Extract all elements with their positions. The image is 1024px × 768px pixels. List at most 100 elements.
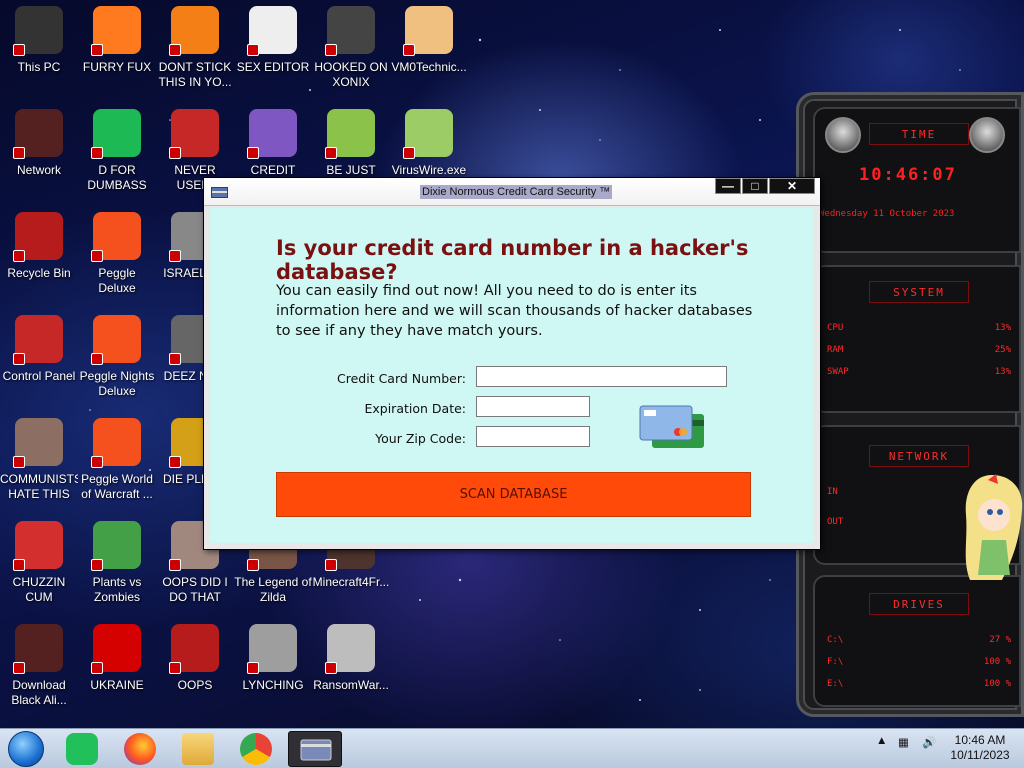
- desktop-icon-label: LYNCHING: [242, 678, 304, 692]
- taskbar-clock[interactable]: 10:46 AM 10/11/2023: [944, 733, 1016, 763]
- virus-badge-icon: [13, 147, 25, 159]
- virus-badge-icon: [13, 250, 25, 262]
- chuzzle-icon: [13, 521, 63, 571]
- show-hidden-icons-icon[interactable]: ▲: [876, 735, 887, 747]
- taskbar: ▲ ▦ 🔊 10:46 AM 10/11/2023: [0, 728, 1024, 768]
- chrome-taskbar-icon[interactable]: [240, 733, 272, 765]
- firefox-taskbar-icon[interactable]: [124, 733, 156, 765]
- desktop-icon-label: VM0Technic...: [391, 60, 467, 74]
- minimize-button[interactable]: —: [715, 178, 741, 194]
- peggle-wow-icon: [91, 418, 141, 468]
- desktop-icon[interactable]: Recycle Bin: [0, 206, 78, 306]
- desktop-icon[interactable]: HOOKED ON XONIX: [312, 0, 390, 100]
- desktop-icon-label: Peggle Deluxe: [98, 266, 136, 295]
- oops-icon: [169, 624, 219, 674]
- control-panel-icon: [13, 315, 63, 365]
- app-icon: [211, 187, 228, 198]
- desktop-icon[interactable]: SEX EDITOR: [234, 0, 312, 100]
- taskbar-time: 10:46 AM: [954, 733, 1006, 747]
- virus-badge-icon: [169, 662, 181, 674]
- time-title: TIME: [869, 123, 969, 145]
- file-explorer-taskbar-icon[interactable]: [182, 733, 214, 765]
- desktop-icon[interactable]: This PC: [0, 0, 78, 100]
- zip-code-input[interactable]: [476, 426, 590, 447]
- maximize-button[interactable]: □: [742, 178, 768, 194]
- desktop-icon[interactable]: DONT STICK THIS IN YO...: [156, 0, 234, 100]
- virus-badge-icon: [325, 147, 337, 159]
- expiration-date-label: Expiration Date:: [364, 401, 466, 416]
- volume-icon[interactable]: 🔊: [922, 735, 936, 749]
- cpu-value: 13%: [994, 323, 1011, 333]
- desktop-icon-label: UKRAINE: [90, 678, 144, 692]
- recycle-bin-icon: [13, 212, 63, 262]
- scan-database-button[interactable]: SCAN DATABASE: [276, 472, 751, 517]
- computer-icon: [13, 6, 63, 56]
- desktop-icon-label: OOPS DID I DO THAT: [162, 575, 228, 604]
- desktop-icon[interactable]: RansomWar...: [312, 618, 390, 718]
- desktop-icon[interactable]: Plants vs Zombies: [78, 515, 156, 615]
- desktop-icon-label: Download Black Ali...: [11, 678, 67, 707]
- desktop-icon[interactable]: LYNCHING: [234, 618, 312, 718]
- virus-badge-icon: [91, 44, 103, 56]
- desktop-icon[interactable]: D FOR DUMBASS: [78, 103, 156, 203]
- close-button[interactable]: ✕: [769, 178, 815, 194]
- expiration-date-input[interactable]: [476, 396, 590, 417]
- start-button[interactable]: [8, 731, 44, 767]
- desktop-icon-label: HOOKED ON XONIX: [314, 60, 388, 89]
- card-number-input[interactable]: [476, 366, 727, 387]
- drive-f-row: F:\ 100 %: [827, 657, 1011, 667]
- credit-card-checker-taskbar-button[interactable]: [288, 731, 342, 767]
- virus-badge-icon: [13, 456, 25, 468]
- desktop-icon[interactable]: Peggle Deluxe: [78, 206, 156, 306]
- maximize-icon: □: [751, 179, 759, 193]
- virus-badge-icon: [325, 44, 337, 56]
- virus-badge-icon: [91, 662, 103, 674]
- desktop-icon-label: Peggle Nights Deluxe: [79, 369, 155, 398]
- desktop-icon[interactable]: Network: [0, 103, 78, 203]
- desktop-icon-label: FURRY FUX: [82, 60, 152, 74]
- desktop-icon-label: SEX EDITOR: [236, 60, 310, 74]
- ram-label: RAM: [827, 345, 844, 355]
- page-headline: Is your credit card number in a hacker's…: [276, 236, 749, 284]
- virus-badge-icon: [247, 662, 259, 674]
- spotify-taskbar-icon[interactable]: [66, 733, 98, 765]
- desktop-icon[interactable]: Control Panel: [0, 309, 78, 409]
- alien-icon: [13, 624, 63, 674]
- desktop-icon[interactable]: Download Black Ali...: [0, 618, 78, 718]
- peggle-icon: [91, 212, 141, 262]
- technician-icon: [403, 6, 453, 56]
- desktop-icon[interactable]: OOPS: [156, 618, 234, 718]
- virus-badge-icon: [91, 456, 103, 468]
- money-bag-icon: [13, 418, 63, 468]
- desktop-icon-label: OOPS: [177, 678, 213, 692]
- virus-badge-icon: [13, 44, 25, 56]
- virus-badge-icon: [169, 456, 181, 468]
- virus-badge-icon: [13, 662, 25, 674]
- window-titlebar[interactable]: Dixie Normous Credit Card Security ™ — □…: [204, 178, 820, 206]
- drive-e-row: E:\ 100 %: [827, 679, 1011, 689]
- limewire-icon: [403, 109, 453, 159]
- desktop-icon[interactable]: Peggle World of Warcraft ...: [78, 412, 156, 512]
- virus-badge-icon: [91, 353, 103, 365]
- desktop-icon-label: Plants vs Zombies: [92, 575, 142, 604]
- desktop-icon[interactable]: COMMUNISTS HATE THIS G...: [0, 412, 78, 512]
- desktop-icon[interactable]: CHUZZIN CUM: [0, 515, 78, 615]
- drive-e-value: 100 %: [983, 679, 1011, 689]
- skull-icon: [325, 624, 375, 674]
- virus-badge-icon: [91, 250, 103, 262]
- credit-card-security-window[interactable]: Dixie Normous Credit Card Security ™ — □…: [203, 177, 821, 550]
- ram-value: 25%: [994, 345, 1011, 355]
- desktop-icon[interactable]: FURRY FUX: [78, 0, 156, 100]
- taskbar-date: 10/11/2023: [950, 748, 1010, 762]
- desktop-icon[interactable]: UKRAINE: [78, 618, 156, 718]
- desktop-icon[interactable]: VM0Technic...: [390, 0, 468, 100]
- credit-card-icon: [247, 109, 297, 159]
- desktop-icon[interactable]: Peggle Nights Deluxe: [78, 309, 156, 409]
- peggle-nights-icon: [91, 315, 141, 365]
- minimize-icon: —: [722, 179, 734, 193]
- network-icon: [13, 109, 63, 159]
- credit-cards-icon: [639, 405, 704, 448]
- network-icon[interactable]: ▦: [898, 735, 909, 749]
- radiation-icon: [91, 624, 141, 674]
- desktop-icon-label: Recycle Bin: [7, 266, 71, 280]
